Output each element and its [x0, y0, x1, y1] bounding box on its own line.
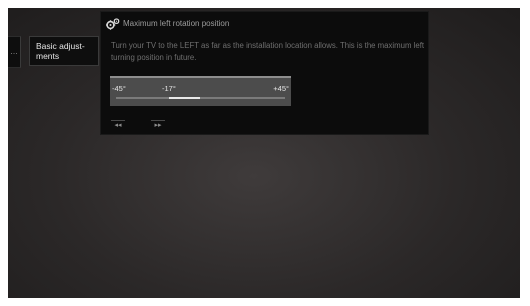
- dialog-description: Turn your TV to the LEFT as far as the i…: [111, 41, 425, 62]
- slider-value-label: -17°: [162, 84, 176, 93]
- dialog-title: Maximum left rotation position: [123, 19, 230, 28]
- fast-forward-icon: ▸▸: [154, 122, 162, 129]
- rotation-slider[interactable]: -45° -17° +45°: [110, 76, 291, 106]
- rewind-icon: ◂◂: [114, 122, 122, 129]
- dialog-header: Maximum left rotation position: [106, 17, 229, 31]
- previous-button[interactable]: ◂◂: [111, 120, 125, 131]
- slider-fill: [168, 97, 201, 99]
- tv-screen: … Basic adjust-ments Maximum left rotati…: [8, 8, 520, 298]
- breadcrumb-back-tab[interactable]: …: [8, 36, 21, 68]
- rotation-dialog: Maximum left rotation position Turn your…: [100, 11, 429, 135]
- breadcrumb-basic-adjustments[interactable]: Basic adjust-ments: [29, 36, 99, 66]
- next-button[interactable]: ▸▸: [151, 120, 165, 131]
- more-icon: …: [10, 47, 18, 56]
- slider-min-label: -45°: [112, 84, 126, 93]
- breadcrumb-label: Basic adjust-ments: [36, 41, 85, 61]
- slider-max-label: +45°: [273, 84, 289, 93]
- gears-icon: [106, 18, 120, 30]
- slider-track[interactable]: [116, 97, 285, 99]
